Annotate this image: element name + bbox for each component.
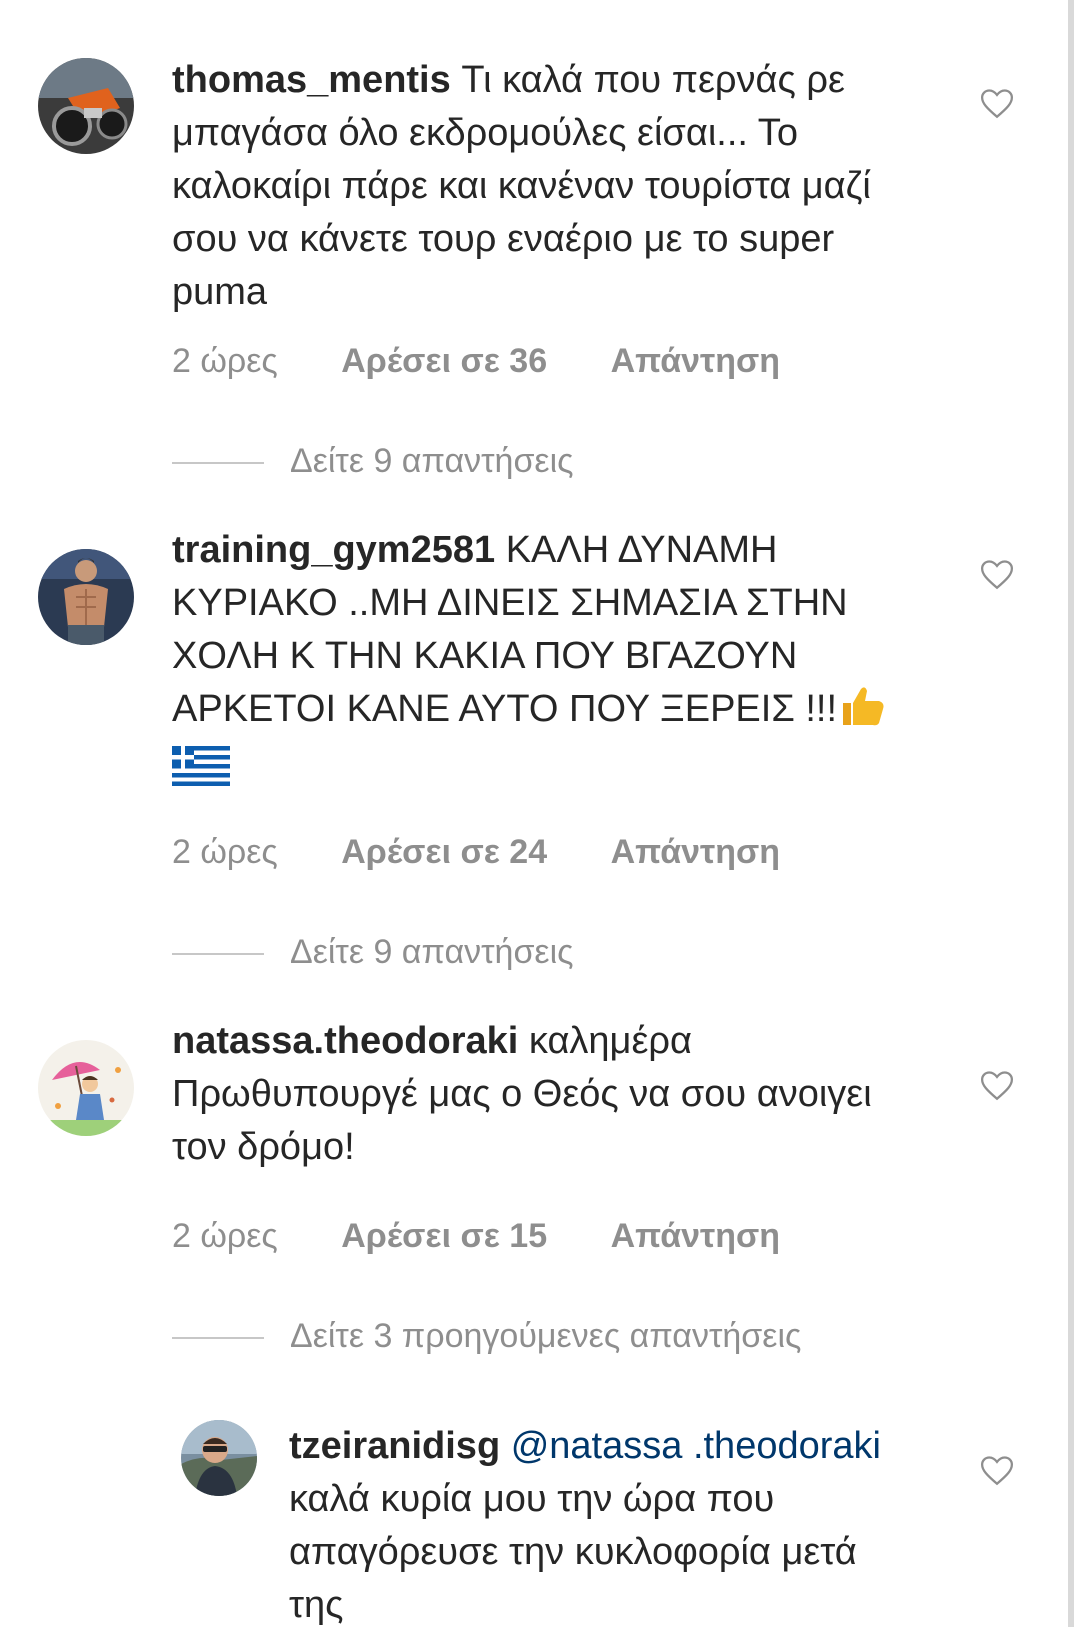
comment-meta: 2 ώρες Αρέσει σε 24 Απάντηση xyxy=(172,833,780,872)
view-replies-label: Δείτε 9 απαντήσεις xyxy=(290,442,574,480)
replies-divider xyxy=(172,462,264,465)
view-replies-button[interactable]: Δείτε 9 απαντήσεις xyxy=(172,442,574,481)
comment-body: training_gym2581 ΚΑΛΗ ΔΥΝΑΜΗ ΚΥΡΙΑΚΟ ..Μ… xyxy=(172,524,932,801)
heart-outline-icon[interactable] xyxy=(980,88,1014,120)
heart-outline-icon[interactable] xyxy=(980,559,1014,591)
comment-meta: 2 ώρες Αρέσει σε 36 Απάντηση xyxy=(172,342,780,381)
screen-edge xyxy=(1068,0,1074,1627)
comment-timestamp: 2 ώρες xyxy=(172,1217,278,1255)
comment-username[interactable]: natassa.theodoraki xyxy=(172,1020,518,1062)
person-avatar-icon xyxy=(181,1420,257,1496)
view-replies-label: Δείτε 9 απαντήσεις xyxy=(290,933,574,971)
reply-button[interactable]: Απάντηση xyxy=(611,1217,780,1256)
comment-likes[interactable]: Αρέσει σε 36 xyxy=(341,342,547,381)
gym-avatar-icon xyxy=(38,549,134,645)
comment-body: thomas_mentis Τι καλά που περνάς ρε μπαγ… xyxy=(172,54,932,319)
replies-divider xyxy=(172,1337,264,1340)
view-replies-button[interactable]: Δείτε 3 προηγούμενες απαντήσεις xyxy=(172,1317,801,1356)
reply-button[interactable]: Απάντηση xyxy=(611,833,780,872)
avatar[interactable] xyxy=(38,58,134,154)
comment-body: natassa.theodoraki καλημέρα Πρωθυπουργέ … xyxy=(172,1015,932,1174)
comment-likes[interactable]: Αρέσει σε 15 xyxy=(341,1217,547,1256)
avatar[interactable] xyxy=(38,1040,134,1136)
motorcycle-avatar-icon xyxy=(38,58,134,154)
reply-username[interactable]: tzeiranidisg xyxy=(289,1425,500,1467)
view-replies-button[interactable]: Δείτε 9 απαντήσεις xyxy=(172,933,574,972)
reply-body: tzeiranidisg @natassa .theodoraki καλά κ… xyxy=(289,1420,909,1632)
comment-timestamp: 2 ώρες xyxy=(172,833,278,871)
comment-timestamp: 2 ώρες xyxy=(172,342,278,380)
greek-flag-emoji xyxy=(172,746,230,801)
comment-likes[interactable]: Αρέσει σε 24 xyxy=(341,833,547,872)
heart-outline-icon[interactable] xyxy=(980,1455,1014,1487)
comment-username[interactable]: thomas_mentis xyxy=(172,59,451,101)
thumbs-up-emoji xyxy=(837,683,887,742)
avatar[interactable] xyxy=(38,549,134,645)
comment-username[interactable]: training_gym2581 xyxy=(172,529,495,571)
replies-divider xyxy=(172,953,264,956)
umbrella-girl-avatar-icon xyxy=(38,1040,134,1136)
view-replies-label: Δείτε 3 προηγούμενες απαντήσεις xyxy=(290,1317,802,1355)
reply-mention[interactable]: @natassa .theodoraki xyxy=(511,1425,881,1467)
reply-button[interactable]: Απάντηση xyxy=(611,342,780,381)
avatar[interactable] xyxy=(181,1420,257,1496)
reply-text: καλά κυρία μου την ώρα που απαγόρευσε τη… xyxy=(289,1478,857,1626)
comment-meta: 2 ώρες Αρέσει σε 15 Απάντηση xyxy=(172,1217,780,1256)
heart-outline-icon[interactable] xyxy=(980,1070,1014,1102)
